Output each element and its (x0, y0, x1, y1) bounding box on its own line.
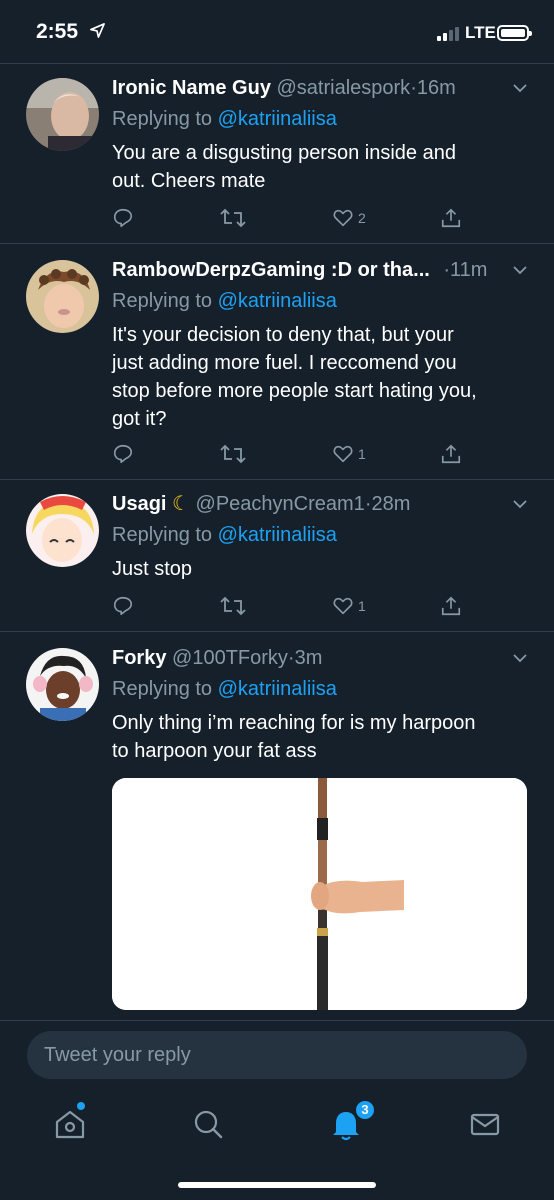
tweet-reply[interactable]: Ironic Name Guy @satrialespork·16m Reply… (0, 64, 554, 244)
share-icon (441, 444, 461, 464)
display-name[interactable]: RambowDerpzGaming :D or tha... (112, 259, 430, 281)
reply-icon (113, 444, 133, 464)
avatar[interactable] (26, 260, 99, 333)
share-button[interactable] (440, 206, 462, 230)
display-name[interactable]: Ironic Name Guy (112, 77, 271, 99)
heart-icon (333, 209, 353, 227)
replying-to: Replying to @katriinaliisa (112, 678, 337, 700)
tweet-text: You are a disgusting person inside and o… (112, 142, 456, 192)
mention-link[interactable]: @katriinaliisa (218, 524, 337, 546)
notifications-badge: 3 (354, 1099, 376, 1121)
mention-link[interactable]: @katriinaliisa (218, 290, 337, 312)
reply-bar: Tweet your reply (0, 1020, 554, 1092)
retweet-icon (220, 208, 246, 228)
reply-button[interactable] (112, 594, 134, 618)
status-time: 2:55 (36, 20, 79, 43)
tweet-text: Only thing i’m reaching for is my harpoo… (112, 712, 476, 762)
status-bar: 2:55 LTE (0, 0, 554, 64)
avatar-image (26, 648, 99, 721)
retweet-button[interactable] (220, 594, 246, 618)
like-button[interactable]: 2 (332, 206, 366, 230)
reply-input[interactable]: Tweet your reply (27, 1031, 527, 1079)
avatar[interactable] (26, 78, 99, 151)
harpoon-image (112, 778, 527, 1010)
timestamp: 16m (416, 77, 456, 99)
messages-icon[interactable] (467, 1106, 503, 1142)
tweet-header: Usagi ☾ @PeachynCream1·28m (112, 490, 528, 518)
chevron-down-icon[interactable] (512, 262, 528, 278)
like-button[interactable]: 1 (332, 442, 366, 466)
share-button[interactable] (440, 442, 462, 466)
retweet-icon (220, 444, 246, 464)
avatar-image (26, 494, 99, 567)
heart-icon (333, 445, 353, 463)
avatar-image (26, 78, 99, 151)
tweet-reply[interactable]: RambowDerpzGaming :D or tha... ·11m Repl… (0, 244, 554, 480)
location-arrow-icon (90, 23, 105, 38)
mention-link[interactable]: @katriinaliisa (218, 678, 337, 700)
chevron-down-icon[interactable] (512, 650, 528, 666)
network-label: LTE (465, 23, 496, 42)
tweet-header: Forky @100TForky·3m (112, 644, 528, 672)
like-button[interactable]: 1 (332, 594, 366, 618)
tweet-header: RambowDerpzGaming :D or tha... ·11m (112, 256, 528, 284)
home-indicator[interactable] (178, 1182, 376, 1188)
tweet-reply[interactable]: Usagi ☾ @PeachynCream1·28m Replying to @… (0, 480, 554, 632)
like-count: 2 (358, 210, 366, 226)
tweet-header: Ironic Name Guy @satrialespork·16m (112, 74, 528, 102)
reply-icon (113, 208, 133, 228)
retweet-icon (220, 596, 246, 616)
timestamp: 11m (450, 259, 488, 281)
tweet-actions: 1 (112, 594, 472, 618)
avatar[interactable] (26, 494, 99, 567)
reply-icon (113, 596, 133, 616)
home-unread-dot (77, 1102, 85, 1110)
mention-link[interactable]: @katriinaliisa (218, 108, 337, 130)
like-count: 1 (358, 598, 366, 614)
handle[interactable]: @100TForky (172, 647, 288, 669)
signal-icon (437, 27, 459, 41)
tweet-text: Just stop (112, 558, 193, 580)
search-icon[interactable] (190, 1106, 226, 1142)
reply-button[interactable] (112, 206, 134, 230)
replying-to: Replying to @katriinaliisa (112, 524, 337, 546)
handle[interactable]: @satrialespork (277, 77, 411, 99)
timestamp: 3m (294, 647, 323, 669)
home-icon[interactable] (52, 1106, 88, 1142)
tweet-actions: 1 (112, 442, 472, 466)
timestamp: 28m (371, 493, 411, 515)
tweet-media-image[interactable] (112, 778, 527, 1010)
retweet-button[interactable] (220, 206, 246, 230)
retweet-button[interactable] (220, 442, 246, 466)
replying-to: Replying to @katriinaliisa (112, 108, 337, 130)
avatar[interactable] (26, 648, 99, 721)
reply-button[interactable] (112, 442, 134, 466)
handle[interactable]: @PeachynCream1 (196, 493, 365, 515)
chevron-down-icon[interactable] (512, 80, 528, 96)
tweet-actions: 2 (112, 206, 472, 230)
display-name[interactable]: Forky (112, 647, 166, 669)
avatar-image (26, 260, 99, 333)
heart-icon (333, 597, 353, 615)
tweet-text: It's your decision to deny that, but you… (112, 324, 477, 430)
crescent-moon-icon: ☾ (172, 493, 190, 515)
chevron-down-icon[interactable] (512, 496, 528, 512)
display-name[interactable]: Usagi (112, 493, 166, 515)
share-icon (441, 596, 461, 616)
battery-icon (497, 25, 532, 41)
like-count: 1 (358, 446, 366, 462)
share-button[interactable] (440, 594, 462, 618)
share-icon (441, 208, 461, 228)
replying-to: Replying to @katriinaliisa (112, 290, 337, 312)
